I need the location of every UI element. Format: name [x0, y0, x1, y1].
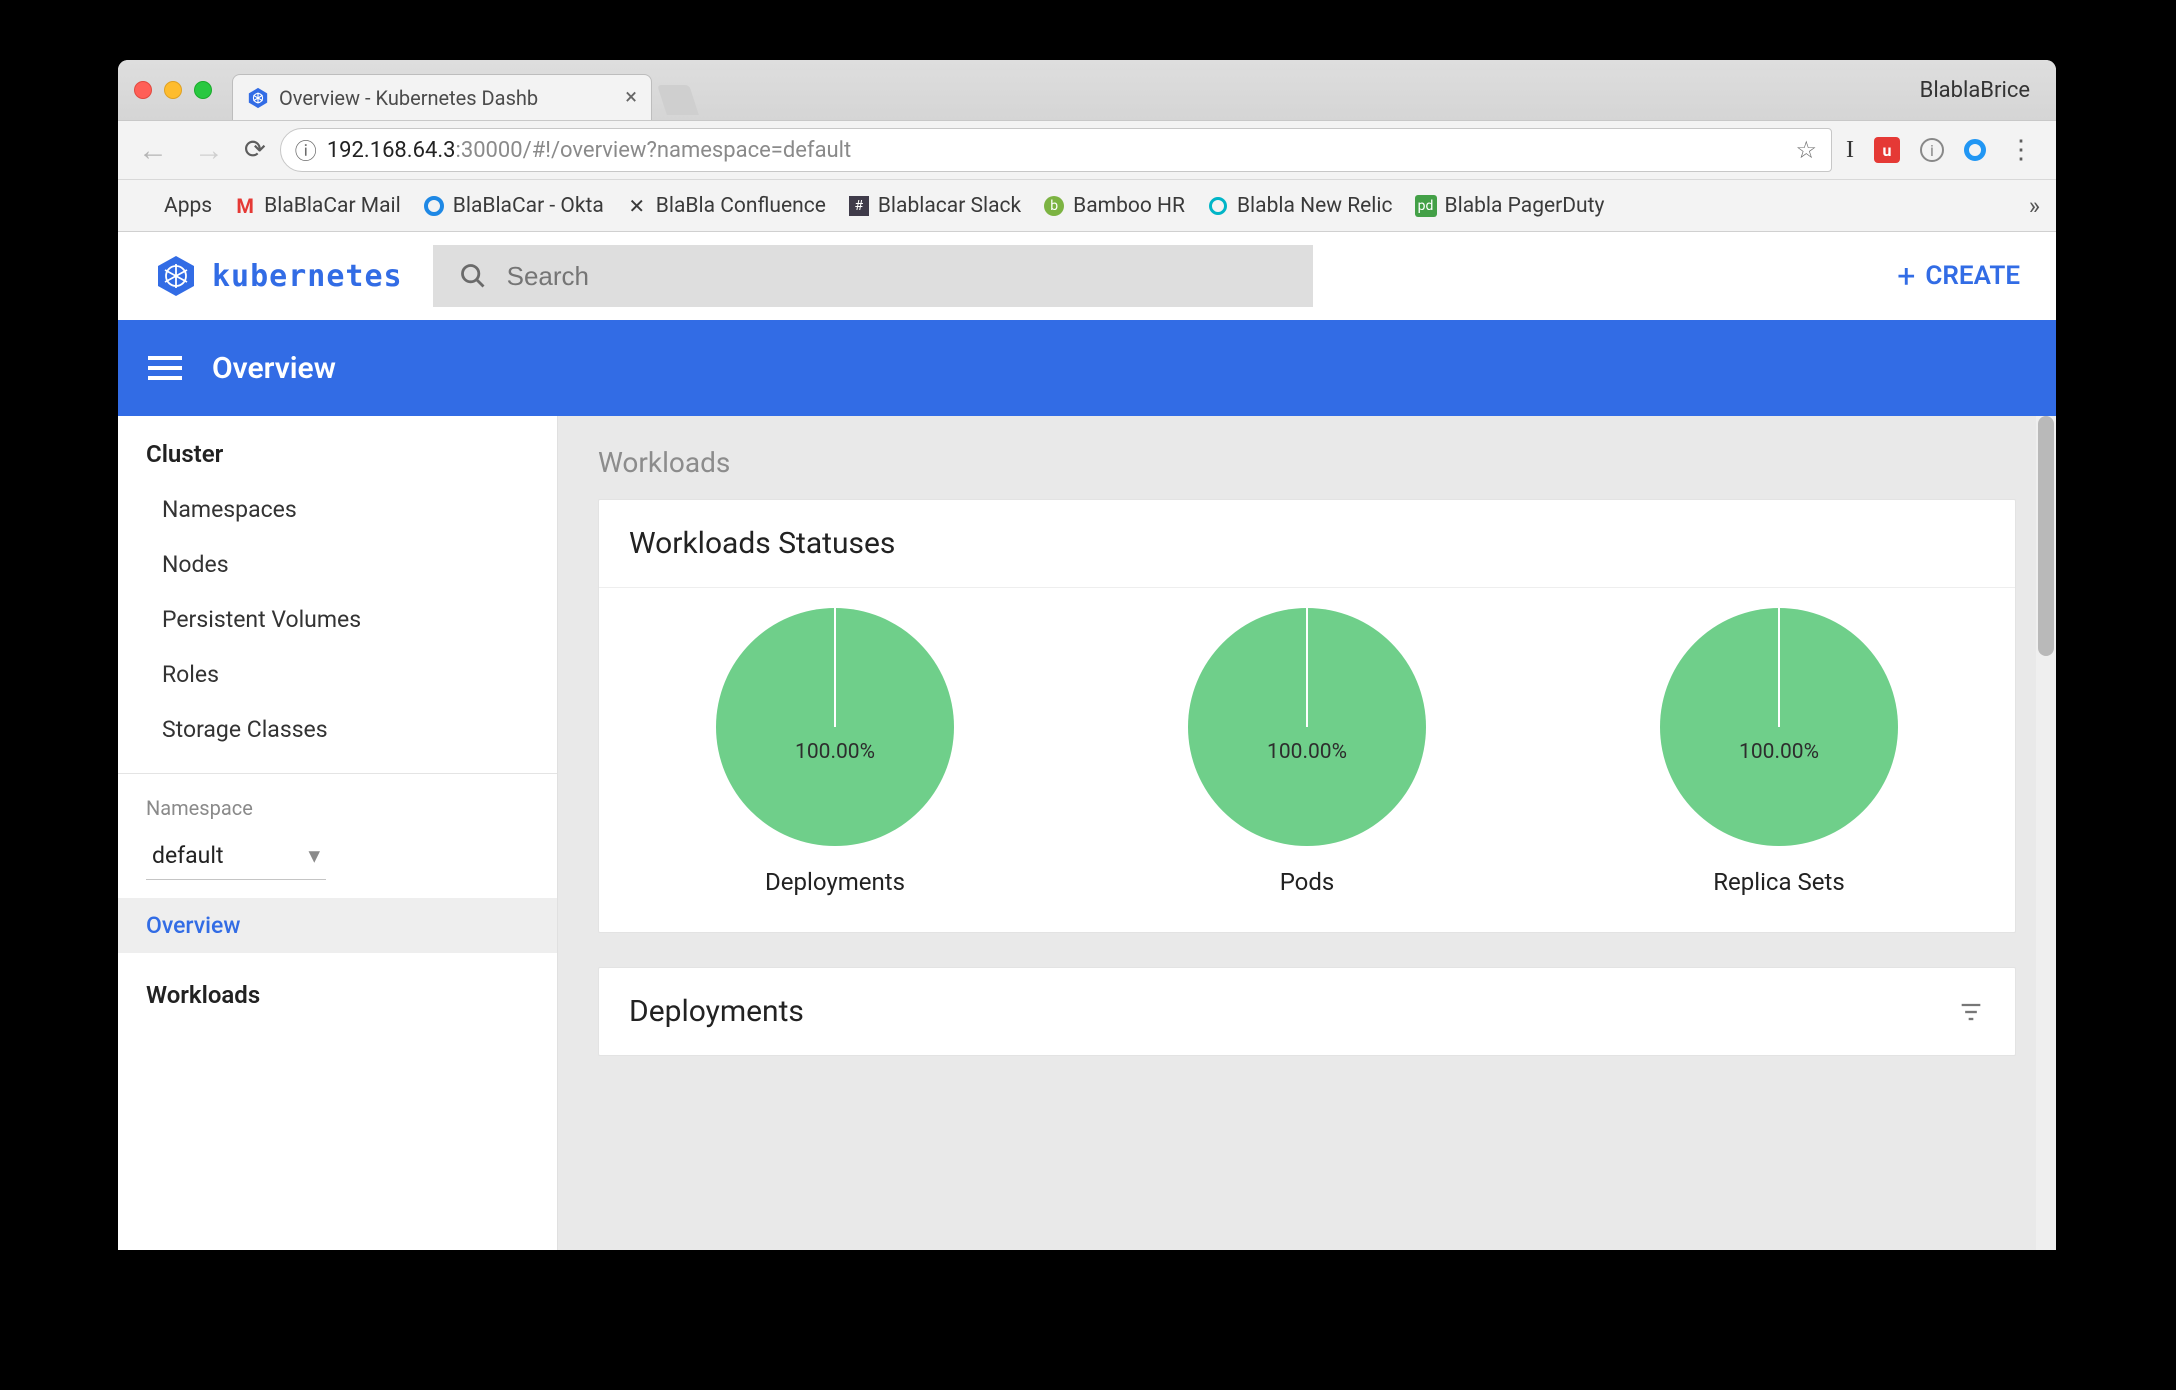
- pie-value: 100.00%: [795, 740, 875, 764]
- close-window-button[interactable]: [134, 81, 152, 99]
- namespace-select[interactable]: default ▾: [146, 832, 326, 880]
- kubernetes-wordmark: kubernetes: [212, 259, 403, 294]
- window-titlebar: Overview - Kubernetes Dashb × BlablaBric…: [118, 60, 2056, 120]
- address-bar: ← → ⟳ ⓘ 192.168.64.3:30000/#!/overview?n…: [118, 120, 2056, 180]
- bookmark-newrelic[interactable]: Blabla New Relic: [1207, 194, 1393, 218]
- pie-chart-deployments: 100.00%: [716, 608, 954, 846]
- browser-menu-button[interactable]: ⋮: [2000, 135, 2042, 165]
- blue-toolbar: Overview: [118, 320, 2056, 416]
- bookmark-bamboo[interactable]: b Bamboo HR: [1043, 194, 1185, 218]
- chart-label: Pods: [1280, 868, 1335, 896]
- namespace-label: Namespace: [118, 774, 557, 826]
- bookmark-mail[interactable]: M BlaBlaCar Mail: [234, 194, 401, 218]
- sidebar: Cluster Namespaces Nodes Persistent Volu…: [118, 416, 558, 1250]
- okta-icon: [424, 196, 444, 216]
- sidebar-item-overview[interactable]: Overview: [118, 898, 557, 953]
- sidebar-item-storage-classes[interactable]: Storage Classes: [118, 702, 557, 757]
- tab-title: Overview - Kubernetes Dashb: [279, 86, 538, 110]
- deployments-card: Deployments: [598, 967, 2016, 1056]
- site-info-icon[interactable]: ⓘ: [295, 134, 317, 166]
- omnibox[interactable]: ⓘ 192.168.64.3:30000/#!/overview?namespa…: [280, 128, 1832, 172]
- bamboohr-icon: b: [1044, 196, 1064, 216]
- extension-instapaper-icon[interactable]: I: [1846, 137, 1854, 164]
- url-text: 192.168.64.3:30000/#!/overview?namespace…: [327, 138, 851, 163]
- create-label: CREATE: [1925, 261, 2020, 291]
- bookmarks-bar: Apps M BlaBlaCar Mail BlaBlaCar - Okta ✕…: [118, 180, 2056, 232]
- menu-toggle-button[interactable]: [148, 350, 182, 386]
- newrelic-icon: [1209, 197, 1227, 215]
- reload-button[interactable]: ⟳: [244, 135, 266, 165]
- extension-info-icon[interactable]: i: [1920, 138, 1944, 162]
- pie-chart-replica-sets: 100.00%: [1660, 608, 1898, 846]
- filter-icon[interactable]: [1957, 998, 1985, 1026]
- search-box[interactable]: [433, 245, 1313, 307]
- chevron-down-icon: ▾: [308, 842, 320, 869]
- sidebar-item-roles[interactable]: Roles: [118, 647, 557, 702]
- scrollbar-thumb[interactable]: [2038, 416, 2054, 656]
- card-title-deployments: Deployments: [629, 994, 804, 1029]
- main-content: Workloads Workloads Statuses 100.00% Dep…: [558, 416, 2056, 1250]
- sidebar-item-nodes[interactable]: Nodes: [118, 537, 557, 592]
- new-tab-button[interactable]: [657, 85, 699, 115]
- search-icon: [459, 262, 487, 290]
- app-body: Cluster Namespaces Nodes Persistent Volu…: [118, 416, 2056, 1250]
- chart-label: Deployments: [765, 868, 905, 896]
- forward-button[interactable]: →: [188, 133, 230, 168]
- browser-window: Overview - Kubernetes Dashb × BlablaBric…: [118, 60, 2056, 1250]
- extension-ublock-icon[interactable]: u: [1874, 137, 1900, 163]
- bookmarks-overflow-icon[interactable]: »: [2029, 192, 2040, 220]
- kubernetes-dashboard: kubernetes + CREATE Overview Cluster Nam…: [118, 232, 2056, 1250]
- workloads-statuses-card: Workloads Statuses 100.00% Deployments 1…: [598, 499, 2016, 933]
- kubernetes-logo[interactable]: kubernetes: [154, 254, 403, 298]
- gmail-icon: M: [234, 195, 256, 217]
- maximize-window-button[interactable]: [194, 81, 212, 99]
- pie-value: 100.00%: [1739, 740, 1819, 764]
- bookmark-slack[interactable]: # Blablacar Slack: [848, 194, 1021, 218]
- minimize-window-button[interactable]: [164, 81, 182, 99]
- extension-ring-icon[interactable]: [1964, 139, 1986, 161]
- bookmark-okta[interactable]: BlaBlaCar - Okta: [423, 194, 604, 218]
- namespace-value: default: [152, 842, 223, 869]
- charts-row: 100.00% Deployments 100.00% Pods: [599, 588, 2015, 932]
- plus-icon: +: [1897, 257, 1915, 295]
- kubernetes-favicon-icon: [247, 87, 269, 109]
- chart-deployments: 100.00% Deployments: [716, 608, 954, 896]
- close-tab-icon[interactable]: ×: [625, 85, 637, 110]
- chart-pods: 100.00% Pods: [1188, 608, 1426, 896]
- apps-grid-icon: [134, 195, 156, 217]
- app-header: kubernetes + CREATE: [118, 232, 2056, 320]
- chart-label: Replica Sets: [1713, 868, 1844, 896]
- window-controls: [134, 81, 212, 99]
- browser-tab[interactable]: Overview - Kubernetes Dashb ×: [232, 74, 652, 120]
- kubernetes-logo-icon: [154, 254, 198, 298]
- sidebar-section-cluster[interactable]: Cluster: [118, 416, 557, 482]
- sidebar-section-workloads[interactable]: Workloads: [118, 953, 557, 1023]
- bookmark-pagerduty[interactable]: pd Blabla PagerDuty: [1415, 194, 1605, 218]
- search-input[interactable]: [507, 261, 1287, 292]
- confluence-icon: ✕: [626, 195, 648, 217]
- card-title-statuses: Workloads Statuses: [599, 500, 2015, 587]
- extension-icons: I u i: [1846, 137, 1986, 164]
- pie-chart-pods: 100.00%: [1188, 608, 1426, 846]
- scrollbar-track[interactable]: [2036, 416, 2056, 1250]
- page-title: Overview: [212, 351, 336, 386]
- sidebar-item-namespaces[interactable]: Namespaces: [118, 482, 557, 537]
- slack-icon: #: [849, 196, 869, 216]
- sidebar-item-persistent-volumes[interactable]: Persistent Volumes: [118, 592, 557, 647]
- pagerduty-icon: pd: [1415, 195, 1437, 217]
- chart-replica-sets: 100.00% Replica Sets: [1660, 608, 1898, 896]
- bookmark-apps[interactable]: Apps: [134, 194, 212, 218]
- back-button[interactable]: ←: [132, 133, 174, 168]
- create-button[interactable]: + CREATE: [1897, 257, 2020, 295]
- pie-value: 100.00%: [1267, 740, 1347, 764]
- bookmark-star-icon[interactable]: ☆: [1795, 136, 1817, 164]
- section-label-workloads: Workloads: [598, 446, 2016, 479]
- profile-name[interactable]: BlablaBrice: [1920, 78, 2040, 103]
- bookmark-confluence[interactable]: ✕ BlaBla Confluence: [626, 194, 826, 218]
